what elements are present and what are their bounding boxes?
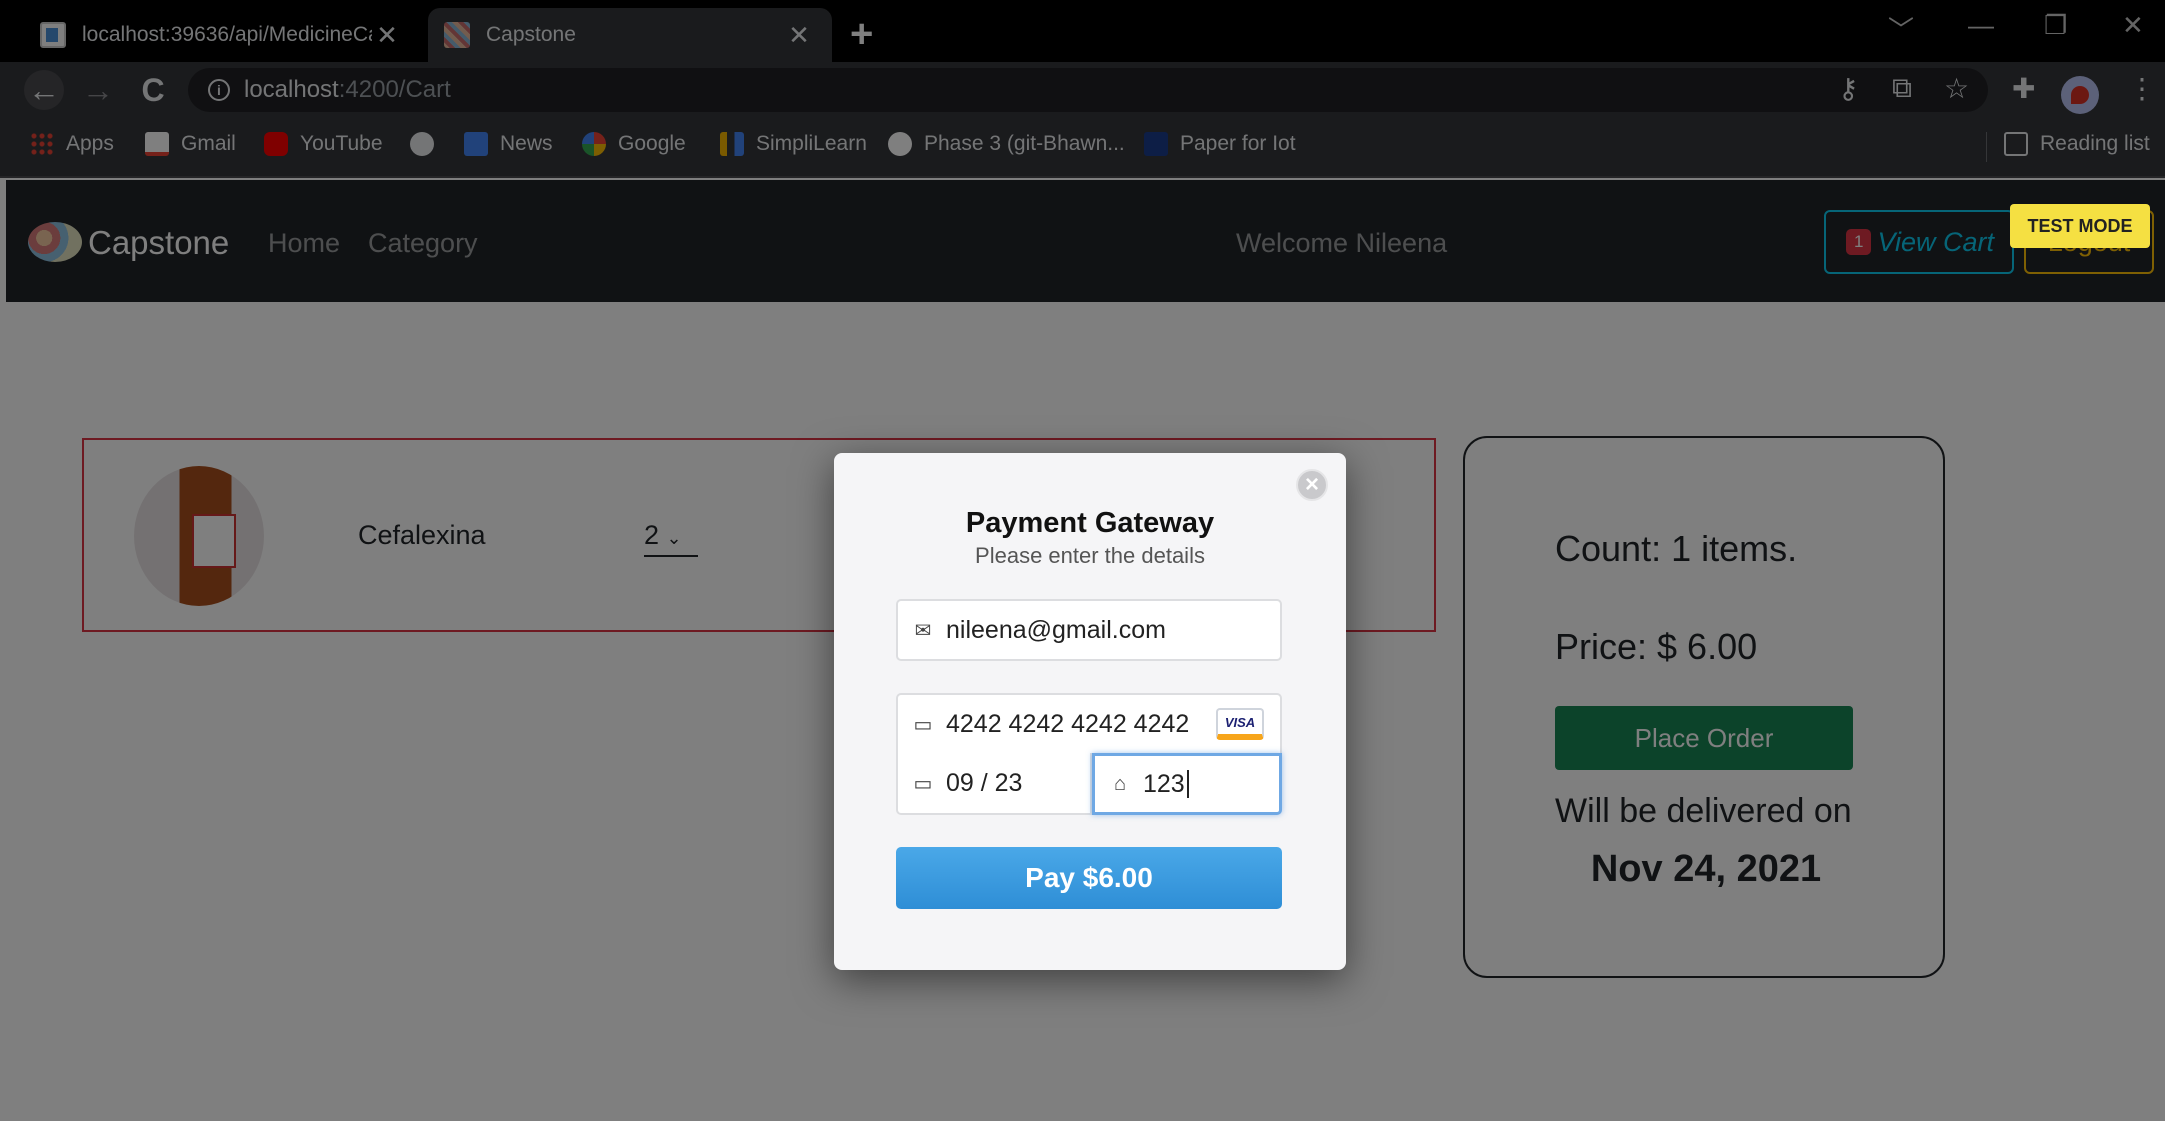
visa-icon: VISA [1216,708,1264,740]
modal-title: Payment Gateway [965,507,1215,539]
test-mode-badge: TEST MODE [2010,204,2150,248]
screen: localhost:39636/api/MedicineCat ✕ Capsto… [0,0,2165,1121]
expiry-field[interactable]: ▭ 09 / 23 [896,753,1092,815]
calendar-icon: ▭ [913,772,933,795]
cvc-field[interactable]: ⌂ 123 [1092,753,1282,815]
text-cursor [1186,770,1189,798]
envelope-icon: ✉ [914,619,932,642]
email-value: nileena@gmail.com [946,615,1166,644]
modal-subtitle: Please enter the details [975,543,1205,568]
credit-card-icon: ▭ [913,713,933,736]
close-icon[interactable]: × [1296,469,1328,501]
card-number-value: 4242 4242 4242 4242 [946,709,1190,738]
card-number-field[interactable]: ▭ 4242 4242 4242 4242 VISA [896,693,1282,755]
pay-button[interactable]: Pay $6.00 [896,847,1282,909]
expiry-value: 09 / 23 [946,768,1023,797]
cvc-value: 123 [1143,769,1185,798]
email-field[interactable]: ✉ nileena@gmail.com [896,599,1282,661]
payment-modal: × Payment Gateway Please enter the detai… [834,453,1346,970]
lock-icon: ⌂ [1113,772,1127,795]
